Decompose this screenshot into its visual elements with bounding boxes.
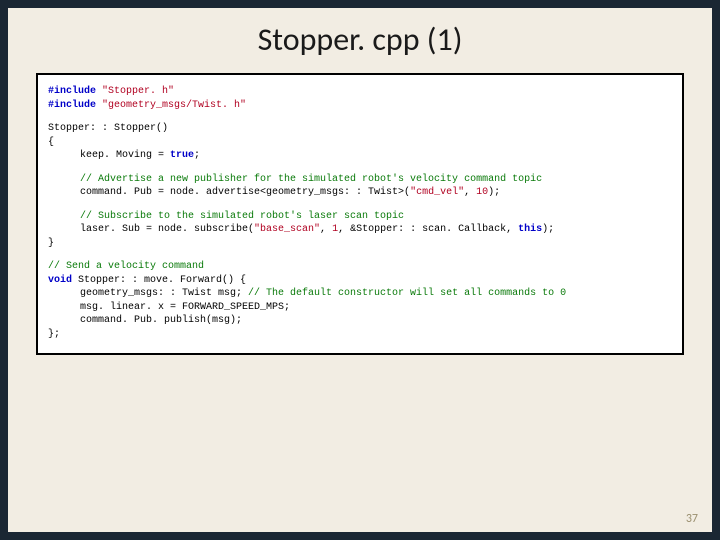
comment: // Send a velocity command [48,261,204,272]
blank-line [48,163,672,173]
blank-line [48,112,672,122]
literal: 10 [476,187,488,198]
code-text: geometry_msgs: : Twist msg; [80,288,248,299]
code-text: , &Stopper: : scan. Callback, [338,224,518,235]
code-line: msg. linear. x = FORWARD_SPEED_MPS; [48,301,672,315]
code-text: , [320,224,332,235]
comment: // Subscribe to the simulated robot's la… [80,211,404,222]
keyword: this [518,224,542,235]
code-line: #include "Stopper. h" [48,85,672,99]
string: "cmd_vel" [410,187,464,198]
code-line: }; [48,328,672,342]
code-text: command. Pub = node. advertise<geometry_… [80,187,410,198]
page-number: 37 [686,512,698,526]
keyword: true [170,150,194,161]
code-line: command. Pub. publish(msg); [48,314,672,328]
code-text: ; [194,150,200,161]
code-line: #include "geometry_msgs/Twist. h" [48,99,672,113]
code-line: // Subscribe to the simulated robot's la… [48,210,672,224]
code-line: } [48,237,672,251]
keyword: #include [48,86,96,97]
slide: Stopper. cpp (1) #include "Stopper. h" #… [8,8,712,532]
comment: // Advertise a new publisher for the sim… [80,174,542,185]
code-line: Stopper: : Stopper() [48,122,672,136]
string: "Stopper. h" [96,86,174,97]
code-text: ); [542,224,554,235]
code-text: laser. Sub = node. subscribe( [80,224,254,235]
code-line: void Stopper: : move. Forward() { [48,274,672,288]
code-line: command. Pub = node. advertise<geometry_… [48,186,672,200]
string: "base_scan" [254,224,320,235]
slide-title: Stopper. cpp (1) [8,8,712,73]
code-line: { [48,136,672,150]
code-text: ); [488,187,500,198]
code-text: command. Pub. publish(msg); [80,315,242,326]
code-text: msg. linear. x = FORWARD_SPEED_MPS; [80,302,290,313]
comment: // The default constructor will set all … [248,288,566,299]
code-line: geometry_msgs: : Twist msg; // The defau… [48,287,672,301]
code-line: keep. Moving = true; [48,149,672,163]
code-line: // Send a velocity command [48,260,672,274]
keyword: #include [48,100,96,111]
keyword: void [48,275,72,286]
code-box: #include "Stopper. h" #include "geometry… [36,73,684,355]
code-text: keep. Moving = [80,150,170,161]
code-text: , [464,187,476,198]
code-text: Stopper: : move. Forward() { [72,275,246,286]
code-line: laser. Sub = node. subscribe("base_scan"… [48,223,672,237]
string: "geometry_msgs/Twist. h" [96,100,246,111]
blank-line [48,250,672,260]
code-line: // Advertise a new publisher for the sim… [48,173,672,187]
blank-line [48,200,672,210]
